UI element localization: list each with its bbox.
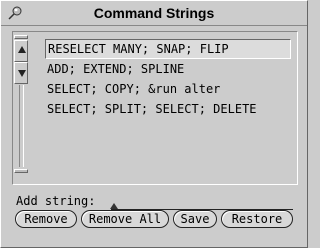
restore-button[interactable]: Restore — [221, 210, 293, 228]
vertical-scrollbar[interactable] — [14, 35, 28, 175]
triangle-up-icon — [18, 46, 26, 53]
list-item[interactable]: RESELECT MANY; SNAP; FLIP — [45, 39, 291, 59]
add-string-input[interactable] — [110, 195, 293, 210]
scrollbar-top-cap — [14, 35, 28, 39]
add-string-label: Add string: — [16, 194, 96, 208]
scroll-down-button[interactable] — [14, 62, 28, 84]
scrollbar-bottom-cap — [14, 169, 28, 173]
remove-button[interactable]: Remove — [15, 210, 77, 228]
title-bar: Command Strings — [1, 1, 307, 26]
save-button[interactable]: Save — [173, 210, 217, 228]
text-caret-icon — [110, 203, 118, 209]
triangle-down-icon — [18, 70, 26, 77]
list-item[interactable]: ADD; EXTEND; SPLINE — [45, 59, 291, 79]
list-item[interactable]: SELECT; SPLIT; SELECT; DELETE — [45, 99, 291, 119]
scrollbar-rail[interactable] — [19, 85, 24, 167]
command-strings-window: Command Strings RESELECT MANY; SNAP; FLI… — [0, 0, 308, 248]
remove-all-button[interactable]: Remove All — [81, 210, 169, 228]
window-title: Command Strings — [93, 5, 215, 21]
command-string-list: RESELECT MANY; SNAP; FLIP ADD; EXTEND; S… — [45, 39, 291, 119]
list-item[interactable]: SELECT; COPY; &run alter — [45, 79, 291, 99]
scroll-up-button[interactable] — [14, 40, 28, 62]
